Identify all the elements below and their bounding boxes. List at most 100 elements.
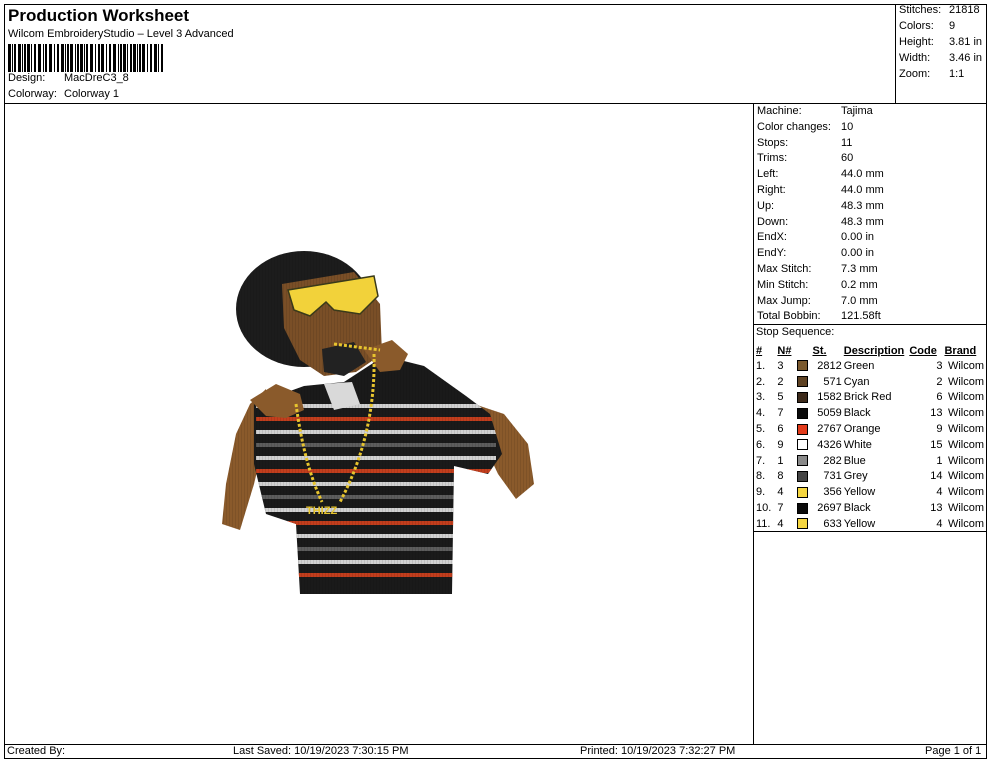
row-stitches: 5059 bbox=[817, 407, 842, 420]
row-code: 1 bbox=[936, 454, 943, 467]
machine-info-value: 121.58ft bbox=[841, 310, 881, 323]
machine-info-row: Left: 44.0 mm bbox=[757, 168, 987, 180]
color-swatch bbox=[796, 360, 808, 372]
worksheet-header: Production Worksheet Wilcom EmbroiderySt… bbox=[4, 4, 895, 104]
row-description: Yellow bbox=[843, 517, 876, 530]
stat-label: Colors: bbox=[899, 20, 934, 32]
stat-row: Colors: 9 bbox=[899, 20, 987, 32]
machine-info-value: 60 bbox=[841, 152, 854, 165]
machine-info-row: EndX: 0.00 in bbox=[757, 231, 987, 243]
machine-info-row: Up: 48.3 mm bbox=[757, 200, 987, 212]
stat-value: 3.81 in bbox=[949, 36, 983, 48]
design-value: MacDreC3_8 bbox=[64, 72, 129, 84]
row-code: 6 bbox=[936, 391, 943, 404]
machine-info-label: Max Stitch: bbox=[757, 263, 812, 275]
machine-info-value: 0.00 in bbox=[841, 247, 875, 260]
row-needle: 8 bbox=[777, 470, 784, 483]
machine-info-label: EndY: bbox=[757, 247, 787, 260]
worksheet-footer: Created By: Last Saved: 10/19/2023 7:30:… bbox=[4, 744, 987, 759]
stat-row: Zoom: 1:1 bbox=[899, 68, 987, 80]
row-brand: Wilcom bbox=[947, 517, 984, 530]
row-needle: 7 bbox=[777, 407, 784, 420]
row-needle: 6 bbox=[777, 423, 784, 436]
col-header-index: # bbox=[756, 344, 763, 357]
machine-info-row: Machine: Tajima bbox=[757, 105, 987, 117]
row-index: 4. bbox=[756, 407, 766, 420]
machine-info-row: Max Jump: 7.0 mm bbox=[757, 295, 987, 307]
row-brand: Wilcom bbox=[947, 359, 984, 372]
barcode-icon bbox=[8, 44, 163, 72]
printed-date: Printed: 10/19/2023 7:32:27 PM bbox=[580, 745, 736, 757]
machine-info-row: EndY: 0.00 in bbox=[757, 247, 987, 259]
machine-info-value: 0.2 mm bbox=[841, 278, 878, 291]
embroidery-artwork: THIZZ bbox=[222, 251, 534, 594]
row-brand: Wilcom bbox=[947, 454, 984, 467]
machine-info-row: Trims: 60 bbox=[757, 152, 987, 164]
row-stitches: 571 bbox=[823, 375, 842, 388]
row-code: 4 bbox=[936, 486, 943, 499]
color-swatch bbox=[796, 407, 808, 419]
stat-value: 9 bbox=[949, 20, 956, 32]
machine-info-label: Total Bobbin: bbox=[757, 310, 821, 323]
table-row: 6. 9 4326 White 15 Wilcom bbox=[755, 437, 985, 453]
machine-info-value: 48.3 mm bbox=[841, 199, 884, 212]
design-label: Design: bbox=[8, 72, 46, 84]
row-stitches: 4326 bbox=[817, 438, 842, 451]
row-stitches: 633 bbox=[823, 517, 842, 530]
machine-info-row: Min Stitch: 0.2 mm bbox=[757, 279, 987, 291]
machine-info-label: Color changes: bbox=[757, 120, 831, 133]
colorway-value: Colorway 1 bbox=[64, 88, 120, 100]
row-description: Green bbox=[843, 359, 875, 372]
row-code: 15 bbox=[930, 438, 943, 451]
stat-value: 3.46 in bbox=[949, 52, 983, 64]
row-description: Black bbox=[843, 407, 871, 420]
machine-info-label: Trims: bbox=[757, 152, 788, 165]
col-header-stitches: St. bbox=[812, 344, 827, 357]
machine-info-label: Left: bbox=[757, 168, 779, 181]
row-stitches: 2812 bbox=[817, 359, 842, 372]
color-swatch bbox=[796, 486, 808, 498]
row-needle: 4 bbox=[777, 517, 784, 530]
row-index: 5. bbox=[756, 423, 766, 436]
row-brand: Wilcom bbox=[947, 391, 984, 404]
row-stitches: 282 bbox=[823, 454, 842, 467]
row-index: 9. bbox=[756, 486, 766, 499]
machine-info-row: Down: 48.3 mm bbox=[757, 216, 987, 228]
created-by: Created By: bbox=[7, 745, 66, 757]
row-index: 6. bbox=[756, 438, 766, 451]
colorway-row: Colorway: Colorway 1 bbox=[8, 88, 119, 100]
colorway-label: Colorway: bbox=[8, 88, 57, 100]
machine-info-label: EndX: bbox=[757, 231, 787, 244]
machine-info-label: Max Jump: bbox=[757, 294, 811, 307]
page-title: Production Worksheet bbox=[8, 6, 190, 25]
table-row: 7. 1 282 Blue 1 Wilcom bbox=[755, 453, 985, 469]
row-description: Grey bbox=[843, 470, 868, 483]
machine-info-label: Up: bbox=[757, 199, 775, 212]
stat-label: Width: bbox=[899, 52, 931, 64]
row-code: 2 bbox=[936, 375, 943, 388]
row-stitches: 2697 bbox=[817, 502, 842, 515]
table-row: 11. 4 633 Yellow 4 Wilcom bbox=[755, 516, 985, 532]
machine-info-value: 10 bbox=[841, 120, 854, 133]
row-index: 10. bbox=[756, 502, 772, 515]
software-subtitle: Wilcom EmbroideryStudio – Level 3 Advanc… bbox=[8, 28, 234, 40]
stat-row: Stitches: 21818 bbox=[899, 4, 987, 16]
table-row: 5. 6 2767 Orange 9 Wilcom bbox=[755, 421, 985, 437]
row-brand: Wilcom bbox=[947, 423, 984, 436]
machine-info-label: Min Stitch: bbox=[757, 278, 809, 291]
stop-sequence-panel: Stop Sequence: # N# St. Description Code… bbox=[753, 324, 987, 532]
color-swatch bbox=[796, 455, 808, 467]
table-row: 9. 4 356 Yellow 4 Wilcom bbox=[755, 484, 985, 500]
stat-value: 1:1 bbox=[949, 68, 965, 80]
row-needle: 2 bbox=[777, 375, 784, 388]
machine-info-value: 44.0 mm bbox=[841, 168, 884, 181]
row-code: 4 bbox=[936, 517, 943, 530]
stat-label: Zoom: bbox=[899, 68, 931, 80]
table-row: 2. 2 571 Cyan 2 Wilcom bbox=[755, 374, 985, 390]
stat-row: Height: 3.81 in bbox=[899, 36, 987, 48]
row-needle: 7 bbox=[777, 502, 784, 515]
table-row: 1. 3 2812 Green 3 Wilcom bbox=[755, 358, 985, 374]
machine-info-value: 11 bbox=[841, 136, 853, 149]
chain-pendant-text: THIZZ bbox=[306, 505, 337, 517]
col-header-needle: N# bbox=[777, 344, 792, 357]
